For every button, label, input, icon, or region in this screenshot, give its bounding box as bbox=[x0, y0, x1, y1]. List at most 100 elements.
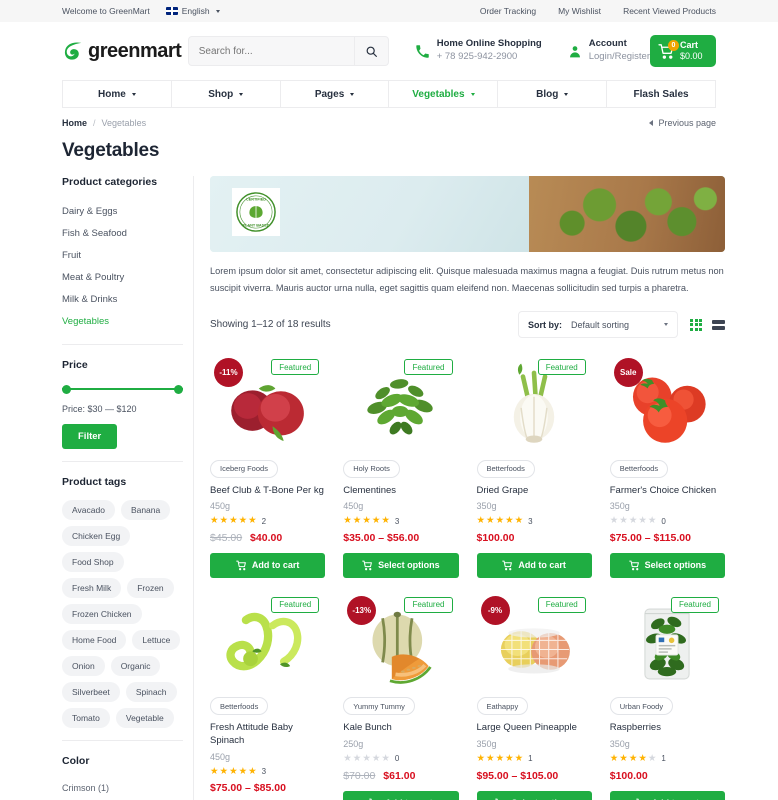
account-block[interactable]: Account Login/Register bbox=[568, 38, 650, 64]
add-to-cart-button[interactable]: Add to cart bbox=[476, 552, 592, 578]
breadcrumb-home[interactable]: Home bbox=[62, 118, 87, 128]
product-image[interactable]: Featured bbox=[610, 592, 725, 696]
logo[interactable]: greenmart bbox=[62, 40, 182, 63]
tag-onion[interactable]: Onion bbox=[62, 656, 105, 676]
nav-item-home[interactable]: Home bbox=[62, 81, 172, 107]
search-box[interactable] bbox=[187, 36, 389, 66]
language-selector[interactable]: English bbox=[165, 6, 220, 16]
product-brand[interactable]: Eathappy bbox=[476, 697, 529, 716]
product-card[interactable]: Featured bbox=[609, 592, 725, 800]
price-slider-max-handle[interactable] bbox=[174, 384, 183, 394]
nav-item-flash-sales[interactable]: Flash Sales bbox=[607, 81, 716, 107]
product-brand[interactable]: Betterfoods bbox=[609, 459, 669, 478]
product-image[interactable]: -13% Featured bbox=[343, 592, 458, 696]
product-brand[interactable]: Yummy Tummy bbox=[343, 697, 415, 716]
link-recent-viewed[interactable]: Recent Viewed Products bbox=[623, 6, 716, 16]
product-rating: ★ ★ ★ ★ ★ 0 bbox=[610, 516, 725, 526]
product-rating: ★ ★ ★ ★ ★ 2 bbox=[210, 516, 325, 526]
product-name[interactable]: Clementines bbox=[343, 485, 458, 498]
nav-item-pages[interactable]: Pages bbox=[281, 81, 390, 107]
sidebar-item-vegetables[interactable]: Vegetables bbox=[62, 310, 183, 332]
tag-avacado[interactable]: Avacado bbox=[62, 500, 115, 520]
sidebar-item-meat-poultry[interactable]: Meat & Poultry bbox=[62, 266, 183, 288]
search-button[interactable] bbox=[353, 37, 388, 65]
tag-banana[interactable]: Banana bbox=[120, 500, 171, 520]
nav-item-vegetables[interactable]: Vegetables bbox=[389, 81, 499, 107]
product-card[interactable]: Featured Betterfoods Fresh Attitude Baby… bbox=[210, 592, 325, 800]
tag-vegetable[interactable]: Vegetable bbox=[115, 708, 174, 728]
search-input[interactable] bbox=[188, 45, 354, 57]
sidebar-item-milk-drinks[interactable]: Milk & Drinks bbox=[62, 288, 183, 310]
product-image[interactable]: -11% Featured bbox=[210, 354, 325, 458]
review-count: 0 bbox=[394, 754, 400, 764]
product-card[interactable]: Featured Betterfoods Dried Grape 350g ★ … bbox=[476, 354, 592, 592]
product-name[interactable]: Farmer's Choice Chicken bbox=[610, 485, 725, 498]
add-to-cart-button[interactable]: Add to cart bbox=[343, 790, 459, 800]
price-slider[interactable] bbox=[62, 383, 183, 395]
nav-item-blog[interactable]: Blog bbox=[498, 81, 608, 107]
sort-dropdown[interactable]: Sort by: Default sorting bbox=[518, 311, 678, 339]
product-image[interactable]: -9% Featured bbox=[477, 592, 592, 696]
product-name[interactable]: Dried Grape bbox=[477, 485, 592, 498]
product-brand[interactable]: Urban Foody bbox=[609, 697, 674, 716]
list-view-icon[interactable] bbox=[712, 319, 725, 330]
color-option-crimson[interactable]: Crimson (1) bbox=[62, 779, 183, 797]
current-price: $100.00 bbox=[609, 769, 648, 782]
tag-fresh-milk[interactable]: Fresh Milk bbox=[62, 578, 122, 598]
product-brand[interactable]: Betterfoods bbox=[476, 459, 535, 478]
product-name[interactable]: Raspberries bbox=[610, 722, 725, 735]
product-price: $70.00 $61.00 bbox=[343, 770, 458, 782]
tag-spinach[interactable]: Spinach bbox=[125, 682, 177, 702]
product-name[interactable]: Large Queen Pineapple bbox=[477, 722, 592, 735]
product-name[interactable]: Kale Bunch bbox=[343, 722, 458, 735]
product-card[interactable]: -11% Featured Iceberg Foods Beef Club & … bbox=[210, 354, 326, 592]
sidebar-item-dairy-eggs[interactable]: Dairy & Eggs bbox=[62, 200, 183, 222]
link-my-wishlist[interactable]: My Wishlist bbox=[558, 6, 601, 16]
product-brand[interactable]: Iceberg Foods bbox=[210, 459, 278, 478]
cart-button[interactable]: 0 Cart $0.00 bbox=[650, 35, 716, 67]
product-name[interactable]: Beef Club & T-Bone Per kg bbox=[210, 485, 325, 498]
product-price: $45.00 $40.00 bbox=[210, 532, 325, 544]
grid-view-icon[interactable] bbox=[690, 318, 702, 331]
product-image[interactable]: Sale bbox=[610, 354, 725, 458]
product-tags-heading: Product tags bbox=[62, 476, 127, 488]
add-to-cart-button[interactable]: Add to cart bbox=[609, 790, 725, 800]
product-image[interactable]: Featured bbox=[477, 354, 592, 458]
tag-silverbeet[interactable]: Silverbeet bbox=[62, 682, 120, 702]
product-card[interactable]: Sale Betterfoods Farmer's Choice Chicken… bbox=[609, 354, 725, 592]
link-order-tracking[interactable]: Order Tracking bbox=[480, 6, 536, 16]
product-image[interactable]: Featured bbox=[343, 354, 458, 458]
price-slider-min-handle[interactable] bbox=[62, 384, 71, 394]
product-card[interactable]: -9% Featured Eathappy Large Queen Pineap… bbox=[476, 592, 592, 800]
previous-page-link[interactable]: Previous page bbox=[649, 118, 716, 128]
product-card[interactable]: -13% Featured Yummy Tummy Kale Bunch 250… bbox=[343, 592, 459, 800]
featured-badge: Featured bbox=[404, 359, 453, 376]
tag-frozen[interactable]: Frozen bbox=[127, 578, 174, 598]
filter-button[interactable]: Filter bbox=[62, 424, 118, 449]
select-options-button[interactable]: Select options bbox=[476, 790, 592, 800]
tag-food-shop[interactable]: Food Shop bbox=[62, 552, 124, 572]
star-icon: ★ bbox=[229, 515, 238, 527]
sidebar-item-fruit[interactable]: Fruit bbox=[62, 244, 183, 266]
tag-tomato[interactable]: Tomato bbox=[62, 708, 110, 728]
sidebar-item-fish-seafood[interactable]: Fish & Seafood bbox=[62, 222, 183, 244]
tag-frozen-chicken[interactable]: Frozen Chicken bbox=[62, 604, 142, 624]
phone-block[interactable]: Home Online Shopping + 78 925-942-2900 bbox=[415, 38, 542, 64]
star-icon: ★ bbox=[248, 515, 257, 527]
chevron-down-icon bbox=[664, 323, 668, 327]
current-price: $75.00 – $85.00 bbox=[210, 782, 286, 795]
select-options-button[interactable]: Select options bbox=[343, 552, 459, 578]
product-image[interactable]: Featured bbox=[210, 592, 325, 696]
tag-chicken-egg[interactable]: Chicken Egg bbox=[62, 526, 131, 546]
nav-item-shop[interactable]: Shop bbox=[172, 81, 281, 107]
tag-home-food[interactable]: Home Food bbox=[62, 630, 127, 650]
product-brand[interactable]: Betterfoods bbox=[210, 697, 269, 716]
product-brand[interactable]: Holy Roots bbox=[343, 459, 400, 478]
add-to-cart-button[interactable]: Add to cart bbox=[210, 552, 326, 578]
tag-organic[interactable]: Organic bbox=[110, 656, 161, 676]
chevron-down-icon bbox=[350, 92, 355, 96]
product-name[interactable]: Fresh Attitude Baby Spinach bbox=[210, 722, 325, 748]
select-options-button[interactable]: Select options bbox=[609, 552, 725, 578]
tag-lettuce[interactable]: Lettuce bbox=[132, 630, 181, 650]
product-card[interactable]: Featured bbox=[343, 354, 459, 592]
